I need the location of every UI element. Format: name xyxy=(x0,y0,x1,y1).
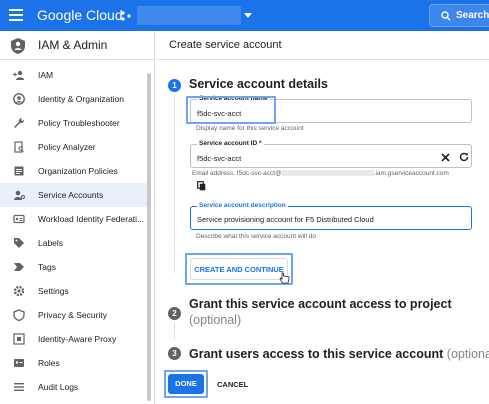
service-account-id-value: f5dc-svc-acct xyxy=(197,154,242,163)
sidebar-item-label: Workload Identity Federati... xyxy=(38,214,145,224)
sidebar-item-label: Policy Troubleshooter xyxy=(38,118,120,128)
top-app-bar: Google Cloud Search xyxy=(0,0,489,31)
shield-icon xyxy=(13,309,25,321)
sidebar-item-tags[interactable]: Tags xyxy=(0,255,150,279)
clear-icon[interactable] xyxy=(441,153,450,162)
email-prefix: Email address: f5dc-svc-acct@ xyxy=(192,170,282,177)
service-account-icon xyxy=(14,190,25,200)
sidebar-item-label: Settings xyxy=(38,286,69,296)
sidebar-item-roles[interactable]: Roles xyxy=(0,351,150,375)
iam-shield-icon xyxy=(11,38,25,54)
wrench-icon xyxy=(14,117,25,128)
proxy-icon xyxy=(13,333,25,345)
email-suffix: .iam.gserviceaccount.com xyxy=(373,170,449,177)
list-box-icon xyxy=(14,166,24,176)
account-circle-icon xyxy=(13,93,25,105)
copy-icon[interactable] xyxy=(197,181,206,191)
sidebar-item-audit-logs[interactable]: Audit Logs xyxy=(0,375,150,399)
sidebar-item-label: Tags xyxy=(38,262,56,272)
service-account-description-label: Service account description xyxy=(197,202,288,209)
service-account-id-field[interactable]: Service account ID * f5dc-svc-acct xyxy=(190,140,472,168)
email-address-text: Email address: f5dc-svc-acct@ .iam.gservi… xyxy=(192,170,449,177)
project-name-redacted xyxy=(137,6,241,25)
step-3-optional: (optional) xyxy=(446,347,489,361)
service-account-description-hint: Describe what this service account will … xyxy=(196,233,316,240)
sidebar-item-label: Labels xyxy=(38,238,64,248)
sidebar-item-identity-aware-proxy[interactable]: Identity-Aware Proxy xyxy=(0,327,150,351)
hamburger-menu-icon[interactable] xyxy=(9,9,23,21)
person-add-icon xyxy=(13,70,24,80)
service-account-description-value: Service provisioning account for F5 Dist… xyxy=(197,215,374,224)
sidebar-item-service-accounts[interactable]: Service Accounts xyxy=(0,183,150,207)
step-3-title[interactable]: Grant users access to this service accou… xyxy=(189,347,489,361)
step-connector-line xyxy=(174,95,175,273)
sidebar-item-settings[interactable]: Settings xyxy=(0,279,150,303)
sidebar-item-policy-troubleshooter[interactable]: Policy Troubleshooter xyxy=(0,111,150,135)
step-1-title[interactable]: Service account details xyxy=(189,77,328,91)
done-button-highlight xyxy=(164,370,208,398)
step-3-number-text: 3 xyxy=(172,349,177,358)
sidebar-item-label: Service Accounts xyxy=(38,190,104,200)
roles-icon xyxy=(14,359,24,367)
cancel-button[interactable]: CANCEL xyxy=(217,380,248,389)
search-button[interactable]: Search xyxy=(429,4,489,27)
sidebar-item-iam[interactable]: IAM xyxy=(0,63,150,87)
list-lines-icon xyxy=(14,383,24,391)
gear-icon xyxy=(13,285,25,297)
project-picker[interactable] xyxy=(120,6,252,25)
sidebar: IAM & Admin IAM Identity & Organization … xyxy=(0,31,155,404)
search-icon xyxy=(441,11,451,21)
page-header: Create service account xyxy=(156,31,489,60)
step-3-number: 3 xyxy=(168,347,181,360)
search-button-label: Search xyxy=(456,10,489,21)
sidebar-title: IAM & Admin xyxy=(38,38,108,52)
service-account-name-hint: Display name for this service account xyxy=(196,125,304,132)
service-account-id-label: Service account ID * xyxy=(197,140,264,147)
sidebar-item-label: Policy Analyzer xyxy=(38,142,96,152)
sidebar-item-labels[interactable]: Labels xyxy=(0,231,150,255)
step-3-title-text: Grant users access to this service accou… xyxy=(189,347,444,361)
sidebar-item-identity-organization[interactable]: Identity & Organization xyxy=(0,87,150,111)
create-and-continue-highlight xyxy=(185,253,293,285)
sidebar-item-label: IAM xyxy=(38,70,54,80)
tag-chevron-icon xyxy=(14,263,24,271)
step-2-title[interactable]: Grant this service account access to pro… xyxy=(189,297,452,311)
sidebar-item-label: Audit Logs xyxy=(38,382,79,392)
step-2-number: 2 xyxy=(168,307,181,320)
id-card-icon xyxy=(13,214,25,224)
sidebar-item-privacy-security[interactable]: Privacy & Security xyxy=(0,303,150,327)
document-search-icon xyxy=(14,141,24,153)
sidebar-item-label: Roles xyxy=(38,358,60,368)
sidebar-item-organization-policies[interactable]: Organization Policies xyxy=(0,159,150,183)
email-domain-redacted xyxy=(281,170,374,177)
sidebar-item-policy-analyzer[interactable]: Policy Analyzer xyxy=(0,135,150,159)
sidebar-item-label: Identity-Aware Proxy xyxy=(38,334,117,344)
sidebar-scrollbar[interactable] xyxy=(147,73,151,401)
sidebar-header: IAM & Admin xyxy=(0,31,155,60)
google-cloud-logo[interactable]: Google Cloud xyxy=(37,7,123,23)
hand-cursor-icon xyxy=(279,272,290,284)
chevron-down-icon xyxy=(244,13,252,18)
step-connector-line xyxy=(174,323,175,339)
name-field-highlight xyxy=(186,96,276,124)
project-dots-icon xyxy=(121,11,131,21)
sidebar-item-label: Privacy & Security xyxy=(38,310,107,320)
sidebar-item-label: Identity & Organization xyxy=(38,94,124,104)
sidebar-item-workload-identity-federation[interactable]: Workload Identity Federati... xyxy=(0,207,150,231)
step-1-number: 1 xyxy=(168,79,181,92)
refresh-icon[interactable] xyxy=(459,152,469,162)
main-content: Create service account 1 Service account… xyxy=(156,31,489,404)
label-tag-icon xyxy=(14,238,24,248)
page-title: Create service account xyxy=(169,39,282,51)
service-account-description-field[interactable]: Service account description Service prov… xyxy=(190,202,472,230)
step-2-optional: (optional) xyxy=(189,313,242,327)
sidebar-item-label: Organization Policies xyxy=(38,166,118,176)
